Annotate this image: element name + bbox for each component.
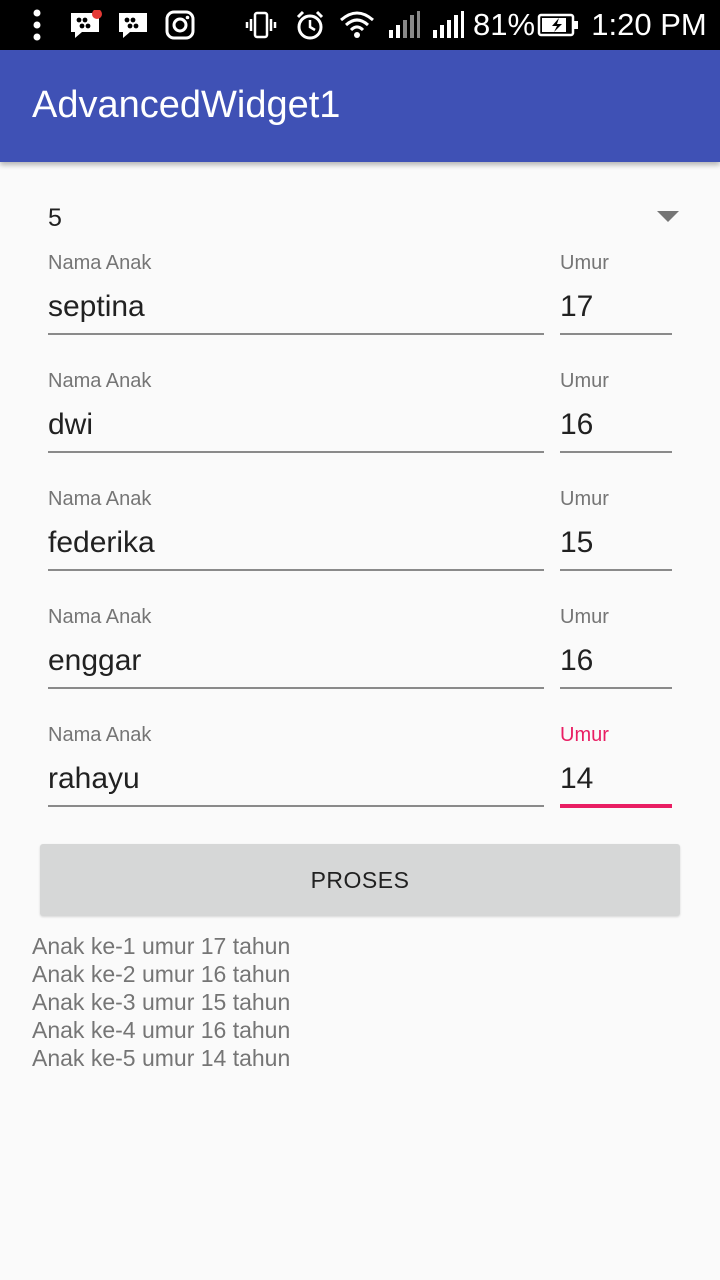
result-line: Anak ke-5 umur 14 tahun bbox=[32, 1045, 291, 1071]
wifi-icon bbox=[338, 0, 376, 50]
child-row: Nama Anak enggar Umur 16 bbox=[0, 606, 720, 724]
age-input[interactable]: 14 bbox=[560, 762, 593, 796]
age-input-underline bbox=[560, 451, 672, 453]
age-input[interactable]: 17 bbox=[560, 290, 593, 324]
alarm-icon bbox=[292, 0, 328, 50]
name-input-underline bbox=[48, 333, 544, 335]
result-line: Anak ke-1 umur 17 tahun bbox=[32, 933, 291, 959]
instagram-icon bbox=[162, 0, 198, 50]
battery-percent: 81% bbox=[472, 0, 536, 50]
age-input-underline bbox=[560, 687, 672, 689]
clock-text: 1:20 PM bbox=[591, 7, 707, 42]
age-input[interactable]: 16 bbox=[560, 408, 593, 442]
vibrate-icon bbox=[244, 0, 278, 50]
dropdown-arrow-icon bbox=[657, 211, 679, 222]
more-vert-icon bbox=[24, 0, 50, 50]
name-label: Nama Anak bbox=[48, 724, 152, 746]
age-label: Umur bbox=[560, 724, 609, 746]
app-bar: AdvancedWidget1 bbox=[0, 50, 720, 162]
name-input-underline bbox=[48, 451, 544, 453]
child-row: Nama Anak dwi Umur 16 bbox=[0, 370, 720, 488]
name-input[interactable]: enggar bbox=[48, 644, 141, 678]
age-input[interactable]: 16 bbox=[560, 644, 593, 678]
app-title: AdvancedWidget1 bbox=[32, 84, 341, 126]
name-input[interactable]: federika bbox=[48, 526, 155, 560]
battery-icon bbox=[536, 0, 580, 50]
age-label: Umur bbox=[560, 252, 609, 274]
name-input-underline bbox=[48, 569, 544, 571]
name-label: Nama Anak bbox=[48, 488, 152, 510]
clock: 1:20 PM bbox=[586, 0, 712, 50]
name-input-underline bbox=[48, 687, 544, 689]
proses-button-label: PROSES bbox=[310, 866, 410, 893]
child-row: Nama Anak federika Umur 15 bbox=[0, 488, 720, 606]
signal-icon bbox=[430, 0, 466, 50]
result-line: Anak ke-3 umur 15 tahun bbox=[32, 989, 291, 1015]
name-input[interactable]: septina bbox=[48, 290, 145, 324]
age-input-underline bbox=[560, 333, 672, 335]
age-label: Umur bbox=[560, 488, 609, 510]
result-line: Anak ke-2 umur 16 tahun bbox=[32, 961, 291, 987]
age-label: Umur bbox=[560, 370, 609, 392]
age-input[interactable]: 15 bbox=[560, 526, 593, 560]
name-input-underline bbox=[48, 805, 544, 807]
name-input[interactable]: dwi bbox=[48, 408, 93, 442]
result-line: Anak ke-4 umur 16 tahun bbox=[32, 1017, 291, 1043]
age-input-underline bbox=[560, 804, 672, 808]
name-label: Nama Anak bbox=[48, 606, 152, 628]
age-input-underline bbox=[560, 569, 672, 571]
name-label: Nama Anak bbox=[48, 252, 152, 274]
child-row: Nama Anak rahayu Umur 14 bbox=[0, 724, 720, 842]
battery-percent-text: 81% bbox=[472, 7, 536, 42]
signal-icon bbox=[386, 0, 422, 50]
name-input[interactable]: rahayu bbox=[48, 762, 140, 796]
status-bar: 81% 1:20 PM bbox=[0, 0, 720, 50]
name-label: Nama Anak bbox=[48, 370, 152, 392]
bbm-icon bbox=[114, 0, 152, 50]
result-text: Anak ke-1 umur 17 tahun Anak ke-2 umur 1… bbox=[32, 932, 290, 1072]
age-label: Umur bbox=[560, 606, 609, 628]
spinner-selected-value: 5 bbox=[48, 204, 62, 232]
child-row: Nama Anak septina Umur 17 bbox=[0, 252, 720, 370]
count-spinner[interactable]: 5 bbox=[40, 192, 688, 244]
proses-button[interactable]: PROSES bbox=[40, 844, 680, 916]
bbm-icon bbox=[66, 0, 104, 50]
